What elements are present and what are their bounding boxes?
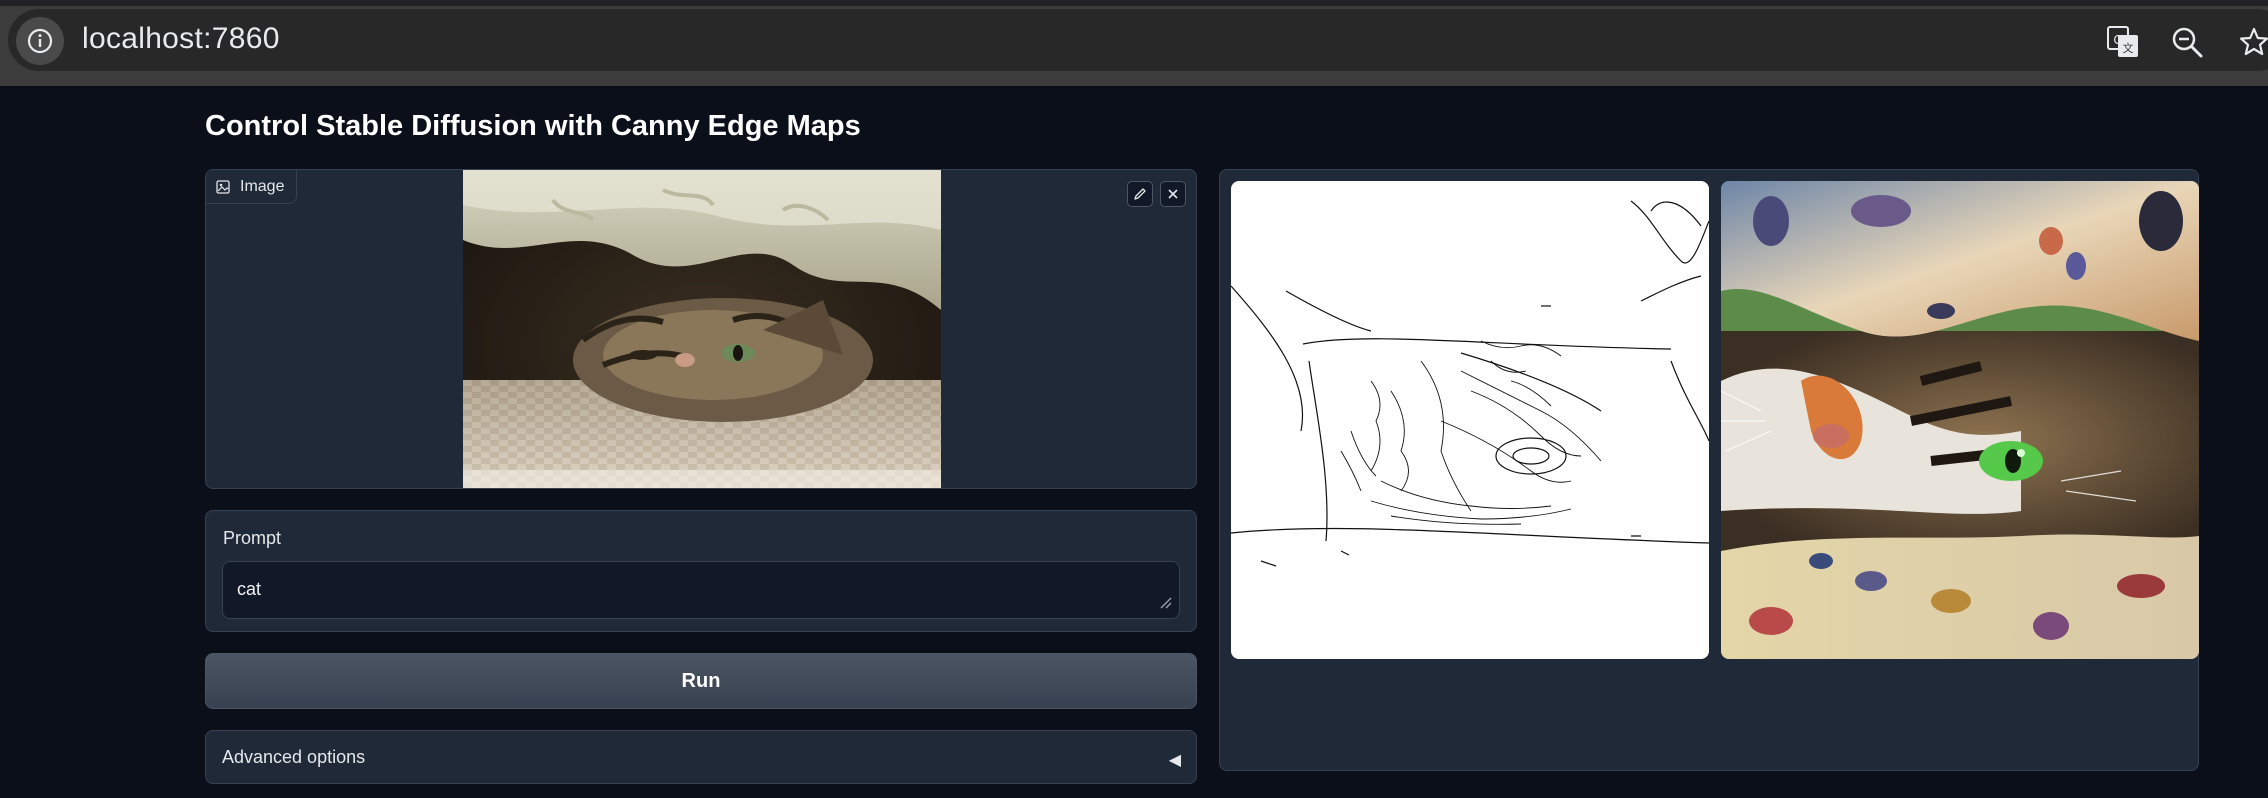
generated-cat-drawing [1721,181,2199,659]
canny-edge-drawing [1231,200,1709,567]
bookmark-star-icon[interactable] [2234,22,2268,62]
prompt-input[interactable]: cat [222,561,1180,619]
canny-edge-map[interactable] [1231,181,1709,659]
collapse-arrow-icon[interactable]: ◀ [1169,750,1181,770]
prompt-label: Prompt [223,528,282,548]
address-bar[interactable] [8,9,2268,71]
svg-text:G: G [2113,33,2122,47]
browser-toolbar: localhost:7860 G 文 [0,0,2268,86]
advanced-options-accordion[interactable]: Advanced options ◀ [205,730,1197,784]
svg-text:文: 文 [2123,41,2134,55]
advanced-options-label: Advanced options [222,747,366,767]
page-title: Control Stable Diffusion with Canny Edge… [205,110,861,142]
image-label: Image [206,170,298,204]
resize-grip-icon[interactable] [1160,597,1172,609]
zoom-out-icon[interactable] [2167,22,2207,62]
prompt-block: Prompt cat [205,510,1197,632]
image-label-text: Image [240,177,285,195]
generated-cat-image[interactable] [1721,181,2199,659]
info-icon[interactable] [16,17,64,65]
url-text[interactable]: localhost:7860 [82,22,280,56]
output-gallery [1219,169,2199,771]
edit-icon[interactable] [1127,181,1153,207]
browser-tabstrip-edge [0,0,2268,6]
image-input[interactable]: Image [205,169,1197,489]
run-button[interactable]: Run [205,653,1197,709]
close-icon[interactable] [1160,181,1186,207]
translate-icon[interactable]: G 文 [2103,22,2143,62]
input-cat-photo [463,170,941,488]
image-icon [216,179,230,194]
